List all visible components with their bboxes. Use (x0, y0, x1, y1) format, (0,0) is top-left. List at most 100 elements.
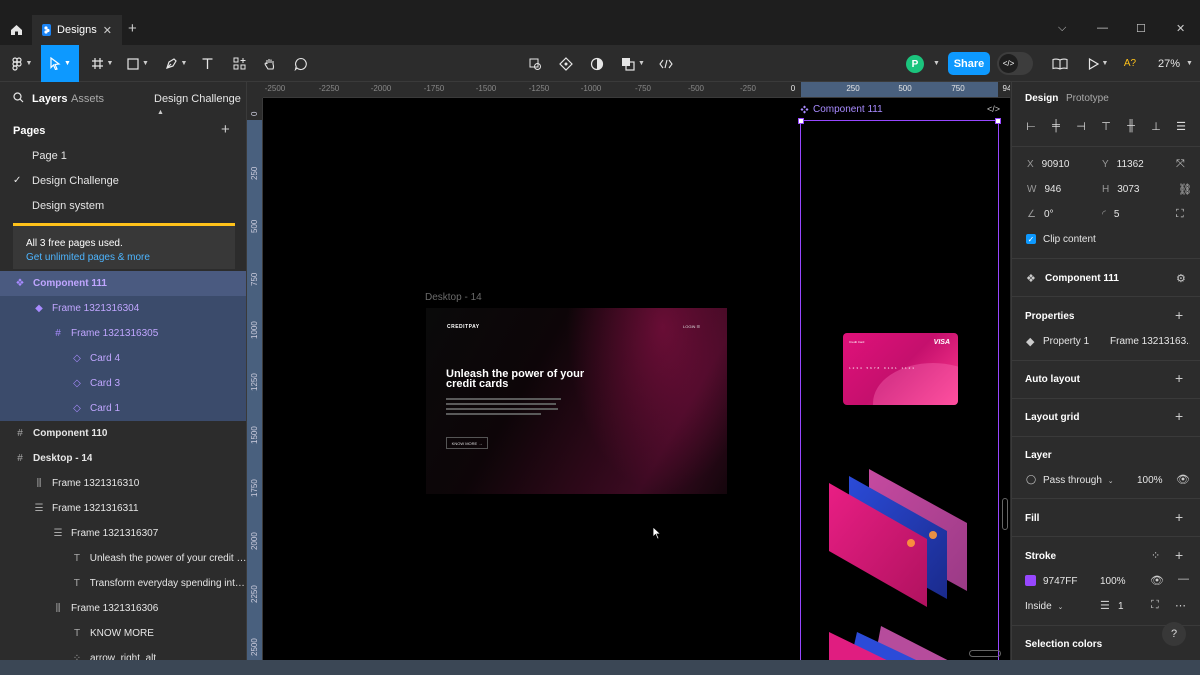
stroke-color-hex[interactable]: 9747FF (1043, 576, 1077, 587)
tab-prototype[interactable]: Prototype (1066, 93, 1109, 104)
component-settings-icon[interactable]: ⚙ (1176, 272, 1186, 285)
layer-row[interactable]: # Frame 1321316305 (0, 321, 246, 346)
close-window-button[interactable]: ✕ (1176, 22, 1185, 35)
align-left-icon[interactable]: ⊢ (1024, 119, 1038, 133)
layer-row[interactable]: # Component 110 (0, 421, 246, 446)
home-button[interactable] (0, 15, 32, 45)
stroke-position-select[interactable]: Inside ⌄ (1025, 601, 1063, 612)
layer-row[interactable]: ◆ Frame 1321316304 (0, 296, 246, 321)
constraints-icon[interactable]: ⤧ (1176, 158, 1185, 171)
new-tab-button[interactable]: + (128, 20, 137, 37)
property-value[interactable]: Frame 13213163... (1110, 336, 1190, 347)
avatar-dropdown-icon[interactable]: ▼ (933, 60, 940, 67)
vertical-scrollbar[interactable] (1002, 498, 1008, 530)
move-tool-button[interactable]: ▼ (41, 45, 79, 82)
add-layout-grid-button[interactable]: + (1175, 408, 1183, 424)
align-top-icon[interactable]: ⊤ (1099, 119, 1113, 133)
maximize-button[interactable]: ☐ (1136, 22, 1146, 35)
tab-assets[interactable]: Assets (71, 93, 104, 105)
page-item-page-1[interactable]: Page 1 (32, 150, 67, 162)
align-center-v-icon[interactable]: ╫ (1124, 119, 1138, 133)
eye-icon[interactable]: 👁 (1176, 473, 1190, 486)
desktop-14-frame[interactable]: CREDITPAY LOGIN ☰ Unleash the power of y… (426, 308, 727, 494)
layer-row[interactable]: T Unleash the power of your credit c... (0, 546, 246, 571)
constrain-proportions-icon[interactable]: ⛓ (1178, 183, 1192, 196)
component-code-icon[interactable]: </> (987, 104, 1000, 114)
create-component-button[interactable] (556, 45, 576, 82)
user-avatar[interactable]: P (906, 55, 924, 73)
search-icon[interactable] (13, 92, 24, 106)
horizontal-scrollbar[interactable] (969, 650, 1001, 657)
main-menu-button[interactable]: ▼ (4, 45, 40, 82)
dev-mode-toggle[interactable]: </> (997, 52, 1033, 75)
page-item-design-system[interactable]: Design system (32, 200, 104, 212)
page-switcher[interactable]: Design Challenge ▲ (154, 93, 246, 117)
boolean-ops-button[interactable]: ▼ (618, 45, 648, 82)
layer-row[interactable]: T Transform everyday spending into ... (0, 571, 246, 596)
frame-tool-button[interactable]: ▼ (86, 45, 118, 82)
layer-row[interactable]: ◇ Card 4 (0, 346, 246, 371)
align-bottom-icon[interactable]: ⊥ (1149, 119, 1163, 133)
stroke-visibility-icon[interactable]: 👁 (1150, 574, 1164, 587)
layer-row[interactable]: ◇ Card 3 (0, 371, 246, 396)
text-tool-button[interactable] (196, 45, 218, 82)
present-button[interactable]: ▼ (1085, 45, 1111, 82)
accessibility-check-badge[interactable]: A? (1120, 45, 1140, 82)
corner-radius-field[interactable]: ◜ 5 (1102, 209, 1119, 220)
stroke-sides-icon[interactable]: ⛶ (1151, 599, 1159, 612)
add-stroke-button[interactable]: + (1175, 547, 1183, 563)
tab-close-icon[interactable]: ✕ (103, 24, 112, 37)
layer-row[interactable]: ⫼ Frame 1321316310 (0, 471, 246, 496)
y-field[interactable]: Y 11362 (1102, 159, 1144, 170)
tab-layers[interactable]: Layers (32, 93, 67, 105)
resize-handle-tr[interactable] (995, 118, 1001, 124)
layer-opacity[interactable]: 100% (1137, 475, 1163, 486)
blend-mode-select[interactable]: Pass through ⌄ (1043, 475, 1114, 486)
contrast-button[interactable] (587, 45, 607, 82)
upgrade-link[interactable]: Get unlimited pages & more (26, 252, 235, 263)
distribute-icon[interactable]: ☰ (1174, 119, 1188, 133)
layer-row[interactable]: # Desktop - 14 (0, 446, 246, 471)
independent-corners-icon[interactable]: ⛶ (1176, 208, 1184, 221)
layer-row[interactable]: ❖ Component 111 (0, 271, 246, 296)
component-111-frame[interactable]: Credit Card VISA 1234 5678 9101 1121 (798, 118, 1001, 660)
stroke-styles-icon[interactable]: ⁘ (1151, 549, 1160, 562)
layer-row[interactable]: ☰ Frame 1321316307 (0, 521, 246, 546)
shape-tool-button[interactable]: ▼ (122, 45, 154, 82)
isometric-cards-stack[interactable] (813, 461, 993, 611)
zoom-level[interactable]: 27% (1158, 58, 1180, 70)
zoom-dropdown-icon[interactable]: ▼ (1186, 60, 1193, 67)
layer-row[interactable]: T KNOW MORE (0, 621, 246, 646)
credit-card-flat[interactable]: Credit Card VISA 1234 5678 9101 1121 (843, 333, 958, 405)
align-right-icon[interactable]: ⊣ (1074, 119, 1088, 133)
tab-designs[interactable]: Designs ✕ (32, 15, 122, 45)
comment-tool-button[interactable] (290, 45, 312, 82)
library-button[interactable] (1050, 45, 1070, 82)
hand-tool-button[interactable] (259, 45, 281, 82)
tabs-dropdown-icon[interactable]: ⌵ (1058, 22, 1066, 35)
add-page-button[interactable]: + (221, 121, 230, 138)
component-name[interactable]: Component 111 (1045, 273, 1119, 284)
remove-stroke-icon[interactable]: — (1178, 573, 1189, 585)
page-item-design-challenge[interactable]: Design Challenge (32, 175, 119, 187)
mask-button[interactable] (525, 45, 545, 82)
resize-handle-tl[interactable] (798, 118, 804, 124)
more-options-icon[interactable]: ⋯ (1175, 599, 1186, 612)
help-button[interactable]: ? (1162, 622, 1186, 646)
layer-row[interactable]: ⫼ Frame 1321316306 (0, 596, 246, 621)
component-label[interactable]: Component 111 (800, 104, 883, 115)
isometric-cards-stack-2[interactable] (813, 618, 993, 660)
layer-row[interactable]: ☰ Frame 1321316311 (0, 496, 246, 521)
stroke-opacity[interactable]: 100% (1100, 576, 1126, 587)
stroke-weight[interactable]: 1 (1118, 601, 1124, 612)
minimize-button[interactable]: — (1097, 22, 1108, 34)
add-fill-button[interactable]: + (1175, 509, 1183, 525)
desktop-frame-label[interactable]: Desktop - 14 (425, 292, 482, 303)
stroke-color-swatch[interactable] (1025, 575, 1036, 586)
pen-tool-button[interactable]: ▼ (160, 45, 192, 82)
w-field[interactable]: W 946 (1027, 184, 1061, 195)
layer-row[interactable]: ⁘ arrow_right_alt (0, 646, 246, 660)
clip-content-checkbox[interactable]: ✓ (1026, 234, 1036, 244)
align-center-h-icon[interactable]: ╪ (1049, 119, 1063, 133)
add-auto-layout-button[interactable]: + (1175, 370, 1183, 386)
